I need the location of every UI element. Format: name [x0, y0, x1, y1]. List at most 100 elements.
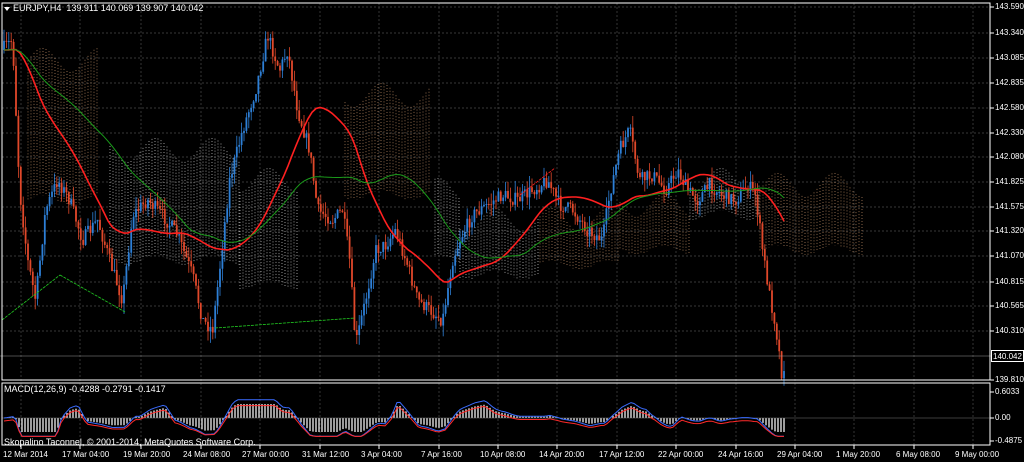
- candle-body: [79, 228, 82, 240]
- candle-body: [442, 313, 445, 326]
- price-label: 140.565: [995, 301, 1024, 310]
- candle-body: [658, 175, 661, 183]
- candle-body: [665, 193, 668, 195]
- candle-body: [555, 188, 557, 197]
- candle-body: [101, 229, 104, 242]
- candle-body: [298, 110, 301, 122]
- candle-body: [168, 225, 171, 228]
- candle-body: [211, 326, 214, 333]
- candle-body: [58, 182, 61, 188]
- candle-body: [461, 237, 464, 243]
- candle-body: [267, 38, 269, 41]
- copyright-text: Skopalino Taconnel, © 2001-2014, MetaQuo…: [4, 437, 256, 447]
- candle-body: [75, 206, 77, 222]
- candle-body: [48, 196, 51, 207]
- candle-body: [490, 204, 493, 206]
- candle-body: [576, 216, 579, 222]
- candle-body: [127, 252, 130, 267]
- time-label: 9 May 00:00: [955, 450, 1000, 459]
- candle-body: [670, 175, 673, 184]
- dropdown-triangle-icon[interactable]: [4, 6, 10, 11]
- candle-body: [319, 204, 322, 212]
- candle-body: [70, 199, 73, 204]
- candle-body: [243, 130, 245, 134]
- candle-body: [283, 58, 286, 60]
- candle-body: [327, 216, 329, 224]
- candle-body: [137, 208, 140, 212]
- time-label: 3 Apr 04:00: [361, 450, 402, 459]
- candle-body: [495, 200, 497, 202]
- candle-body: [514, 192, 517, 205]
- candle-body: [379, 252, 382, 254]
- candle-body: [19, 166, 22, 205]
- candle-body: [300, 121, 303, 127]
- candle-body: [483, 204, 485, 207]
- time-label: 27 Mar 00:00: [242, 450, 290, 459]
- candle-body: [135, 208, 137, 218]
- price-label: 141.070: [995, 251, 1024, 260]
- candle-body: [103, 241, 106, 245]
- candle-body: [67, 192, 70, 204]
- candle-body: [408, 264, 411, 267]
- candle-body: [507, 190, 509, 199]
- candle-body: [763, 248, 766, 261]
- candle-body: [336, 209, 339, 219]
- candle-body: [279, 65, 281, 71]
- candle-body: [123, 284, 125, 304]
- candle-body: [691, 187, 694, 196]
- time-label: 10 Apr 08:00: [480, 450, 526, 459]
- candle-body: [156, 200, 159, 206]
- candle-body: [65, 187, 68, 193]
- candle-body: [96, 219, 99, 222]
- candle-body: [655, 172, 658, 176]
- candle-body: [82, 239, 85, 245]
- candle-body: [264, 38, 267, 62]
- candle-body: [696, 201, 699, 206]
- price-label: 143.085: [995, 53, 1024, 62]
- candle-body: [389, 238, 392, 247]
- candle-body: [257, 75, 260, 95]
- price-label: 143.590: [995, 2, 1024, 11]
- time-label: 1 May 20:00: [836, 450, 881, 459]
- candle-body: [259, 71, 262, 76]
- candle-body: [41, 244, 44, 261]
- candle-body: [219, 268, 221, 288]
- candle-body: [579, 220, 581, 222]
- candle-body: [353, 287, 356, 330]
- candle-body: [720, 192, 723, 196]
- candle-body: [346, 218, 349, 237]
- candle-body: [223, 222, 226, 251]
- candle-body: [91, 222, 94, 233]
- candle-body: [192, 266, 195, 275]
- candle-body: [571, 203, 574, 213]
- chart-header[interactable]: EURJPY,H4 139.911 140.069 139.907 140.04…: [4, 3, 203, 13]
- candle-body: [151, 203, 154, 209]
- price-label: 141.320: [995, 226, 1024, 235]
- candle-body: [31, 271, 34, 285]
- candle-body: [737, 201, 740, 205]
- candle-body: [706, 185, 709, 190]
- candle-body: [293, 80, 296, 91]
- price-label: 140.310: [995, 326, 1024, 335]
- macd-axis-label: -0.4875: [995, 436, 1023, 445]
- candle-body: [444, 305, 447, 314]
- candle-body: [24, 227, 27, 244]
- time-label: 31 Mar 12:00: [302, 450, 350, 459]
- candle-body: [209, 326, 212, 332]
- candle-body: [358, 325, 361, 336]
- candle-body: [651, 178, 653, 182]
- candle-body: [694, 195, 697, 202]
- candle-body: [672, 175, 675, 179]
- candle-body: [15, 65, 17, 116]
- candle-body: [557, 195, 560, 197]
- candle-body: [310, 152, 313, 158]
- price-label: 141.825: [995, 177, 1024, 186]
- candle-body: [228, 177, 231, 209]
- candle-body: [531, 187, 533, 193]
- price-label: 142.580: [995, 103, 1024, 112]
- candle-body: [295, 90, 298, 111]
- candle-body: [619, 140, 622, 154]
- candle-body: [511, 202, 514, 205]
- candle-body: [3, 40, 5, 50]
- candle-body: [569, 202, 572, 204]
